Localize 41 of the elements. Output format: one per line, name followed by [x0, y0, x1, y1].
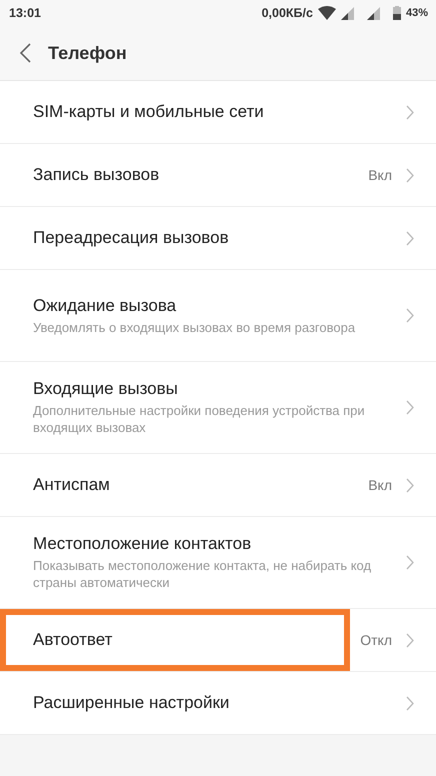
item-value: Вкл [368, 167, 392, 183]
item-title: Запись вызовов [33, 165, 160, 185]
item-title: Ожидание вызова [33, 296, 178, 316]
item-value: Вкл [368, 477, 392, 493]
network-speed: 0,00КБ/с [262, 6, 313, 20]
item-description: Дополнительные настройки поведения устройства при входящих вызовах [33, 402, 366, 436]
item-value: Откл [360, 632, 392, 648]
item-title: Местоположение контактов [33, 534, 252, 554]
chevron-icon [406, 696, 414, 710]
item-title: Автоответ [33, 630, 114, 650]
settings-item[interactable]: Запись вызовов Вкл [0, 144, 436, 207]
settings-item[interactable]: Местоположение контактов Показывать местоположение контакта, не набирать код страны автоматически [0, 517, 436, 609]
signal-icon [366, 6, 380, 20]
item-description: Показывать местоположение контакта, не набирать код страны автоматически [33, 557, 372, 591]
chevron-icon [406, 104, 414, 120]
chevron-icon [406, 168, 414, 182]
back-icon[interactable] [19, 43, 31, 63]
item-title: SIM-карты и мобильные сети [33, 102, 265, 122]
item-title: Расширенные настройки [33, 693, 230, 713]
settings-item[interactable]: Входящие вызовы Дополнительные настройки поведения устройства при входящих вызовах [0, 362, 436, 454]
chevron-icon [406, 555, 414, 570]
settings-item[interactable]: Автоответ Откл [0, 609, 436, 672]
wifi-icon [318, 6, 336, 20]
page-title: Телефон [48, 42, 127, 64]
battery-icon [392, 6, 401, 20]
chevron-icon [406, 308, 414, 323]
status-time: 13:01 [9, 6, 41, 20]
item-title: Переадресация вызовов [33, 228, 230, 248]
settings-item[interactable]: Ожидание вызова Уведомлять о входящих вызовах во время разговора [0, 270, 436, 362]
item-title: Антиспам [33, 475, 111, 495]
chevron-icon [406, 230, 414, 246]
settings-item[interactable]: Переадресация вызовов [0, 207, 436, 270]
chevron-icon [406, 400, 414, 415]
signal-icon [340, 6, 354, 20]
battery-level: 43% [406, 7, 428, 19]
chevron-icon [406, 632, 414, 648]
settings-item[interactable]: SIM-карты и мобильные сети [0, 81, 436, 144]
item-description: Уведомлять о входящих вызовах во время разговора [33, 318, 356, 336]
chevron-icon [406, 478, 414, 492]
item-title: Входящие вызовы [33, 379, 179, 399]
settings-item[interactable]: Антиспам Вкл [0, 454, 436, 517]
